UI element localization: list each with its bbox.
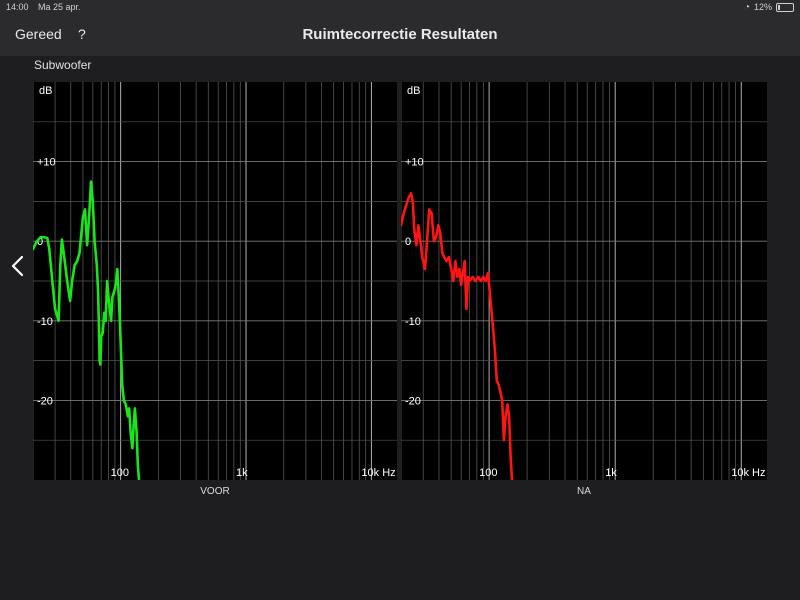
y-tick-label: +10: [405, 157, 424, 169]
y-tick-label: -10: [37, 316, 53, 328]
y-axis-label: dB: [407, 85, 420, 97]
x-tick-label: 10k Hz: [731, 467, 765, 479]
x-tick-label: 100: [479, 467, 497, 479]
status-date: Ma 25 apr.: [38, 2, 81, 12]
y-tick-label: +10: [37, 157, 56, 169]
chevron-left-icon[interactable]: [8, 254, 28, 278]
x-tick-label: 1k: [236, 467, 248, 479]
before-label: VOOR: [200, 486, 230, 497]
page-title: Ruimtecorrectie Resultaten: [302, 26, 498, 43]
y-tick-label: -20: [37, 395, 53, 407]
status-time: 14:00: [6, 2, 29, 12]
y-tick-label: -20: [405, 395, 421, 407]
wifi-icon: ◔: [743, 1, 750, 13]
series-line-0: [33, 180, 141, 480]
series-line-0: [401, 192, 514, 480]
before-chart: dB +10 0 -10 -20 100 1k 10k Hz: [33, 82, 397, 480]
section-title: Subwoofer: [34, 58, 92, 72]
x-tick-label: 10k Hz: [361, 467, 395, 479]
before-chart-svg: dB+100-10-20100 1k 10k Hz: [33, 82, 397, 480]
battery-percent: 12%: [753, 2, 772, 12]
x-tick-label: 1k: [605, 467, 617, 479]
y-tick-label: -10: [405, 316, 421, 328]
y-axis-label: dB: [39, 85, 52, 97]
battery-icon: [776, 2, 794, 12]
status-bar: 14:00 Ma 25 apr. ◔ 12%: [0, 0, 800, 14]
after-chart-svg: dB +10 0 -10 -20 100 1k 10k Hz: [401, 82, 767, 480]
x-tick-label: 100: [111, 467, 129, 479]
status-right: ◔ 12%: [744, 2, 794, 12]
after-chart: dB +10 0 -10 -20 100 1k 10k Hz: [401, 82, 767, 480]
nav-bar: Gereed ? Ruimtecorrectie Resultaten: [0, 14, 800, 56]
y-tick-label: 0: [405, 236, 411, 248]
after-label: NA: [577, 486, 591, 497]
